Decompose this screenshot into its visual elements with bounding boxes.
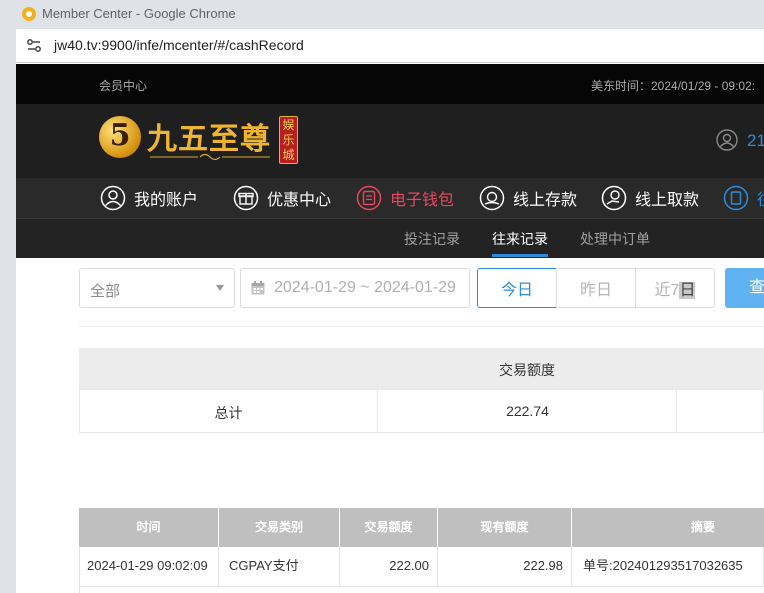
- cell-amount: 222.00: [340, 547, 438, 587]
- divider: [79, 326, 764, 327]
- column-header-balance[interactable]: 现有额度: [438, 508, 572, 547]
- cell-summary: 单号:202401293517032635: [583, 558, 743, 573]
- type-select-value: 全部: [90, 283, 121, 300]
- logo-badge-char: 娱: [282, 118, 295, 132]
- user-avatar-icon[interactable]: [716, 129, 738, 151]
- yesterday-button[interactable]: 昨日: [556, 268, 636, 308]
- deposit-icon: [479, 185, 505, 211]
- logo-number: 5: [109, 118, 131, 153]
- tab-pending-orders[interactable]: 处理中订单: [580, 229, 650, 249]
- nav-promotions[interactable]: 优惠中心: [233, 184, 331, 212]
- calendar-icon: [251, 281, 265, 295]
- nav-label: 电子钱包: [390, 192, 455, 209]
- withdraw-icon: [601, 185, 627, 211]
- tab-transaction-records[interactable]: 往来记录: [492, 229, 548, 249]
- caret-down-icon: [216, 285, 224, 291]
- column-header-summary[interactable]: 摘要: [572, 508, 764, 547]
- nav-label: 我的账户: [134, 192, 199, 209]
- summary-total-value: 222.74: [506, 403, 549, 419]
- tab-bet-records[interactable]: 投注记录: [404, 229, 460, 249]
- nav-my-account[interactable]: 我的账户: [100, 184, 198, 212]
- url-text[interactable]: jw40.tv:9900/infe/mcenter/#/cashRecord: [54, 37, 304, 53]
- last-7-days-label: 近7日: [654, 282, 696, 299]
- user-icon: [100, 185, 126, 211]
- column-header-time[interactable]: 时间: [79, 508, 219, 547]
- query-button[interactable]: 查: [725, 268, 764, 308]
- logo-badge-char: 城: [282, 148, 295, 162]
- cell-time: 2024-01-29 09:02:09: [79, 547, 219, 587]
- column-header-type[interactable]: 交易类别: [219, 508, 340, 547]
- wallet-icon: [356, 185, 382, 211]
- nav-label: 优惠中心: [267, 192, 332, 209]
- nav-label: 线上取款: [635, 192, 700, 209]
- today-button[interactable]: 今日: [477, 268, 557, 308]
- summary-header-label: 交易额度: [499, 362, 555, 378]
- nav-label: 线上存款: [513, 192, 578, 209]
- window-title: Member Center - Google Chrome: [42, 6, 236, 21]
- us-eastern-time: 美东时间：2024/01/29 - 09:02:: [591, 79, 756, 93]
- active-tab-indicator: [492, 254, 548, 257]
- logo-ornament: [150, 153, 270, 161]
- logo-badge-char: 乐: [282, 133, 295, 147]
- table-row: [79, 587, 764, 593]
- site-settings-icon[interactable]: [26, 38, 42, 54]
- last-7-days-button[interactable]: 近7日: [635, 268, 715, 308]
- nav-online-deposit[interactable]: 线上存款: [479, 184, 577, 212]
- text-selection-highlight: 日: [679, 282, 696, 299]
- nav-label: 往: [757, 186, 764, 210]
- column-header-amount[interactable]: 交易额度: [340, 508, 438, 547]
- cell-balance: 222.98: [438, 547, 572, 587]
- nav-online-withdraw[interactable]: 线上取款: [601, 184, 699, 212]
- record-icon: [723, 185, 749, 211]
- date-range-value: 2024-01-29 ~ 2024-01-29: [274, 279, 456, 296]
- window-edge: [0, 29, 16, 593]
- sub-nav: [16, 219, 764, 258]
- nav-e-wallet[interactable]: 电子钱包: [356, 184, 454, 212]
- gift-icon: [233, 185, 259, 211]
- site-favicon-icon: [22, 7, 36, 21]
- member-center-label: 会员中心: [99, 79, 148, 93]
- logo-badge: 娱 乐 城: [279, 116, 298, 164]
- cell-type: CGPAY支付: [219, 547, 340, 587]
- summary-total-label: 总计: [214, 405, 243, 421]
- user-balance[interactable]: 21: [747, 131, 764, 151]
- nav-records[interactable]: 往: [723, 184, 764, 212]
